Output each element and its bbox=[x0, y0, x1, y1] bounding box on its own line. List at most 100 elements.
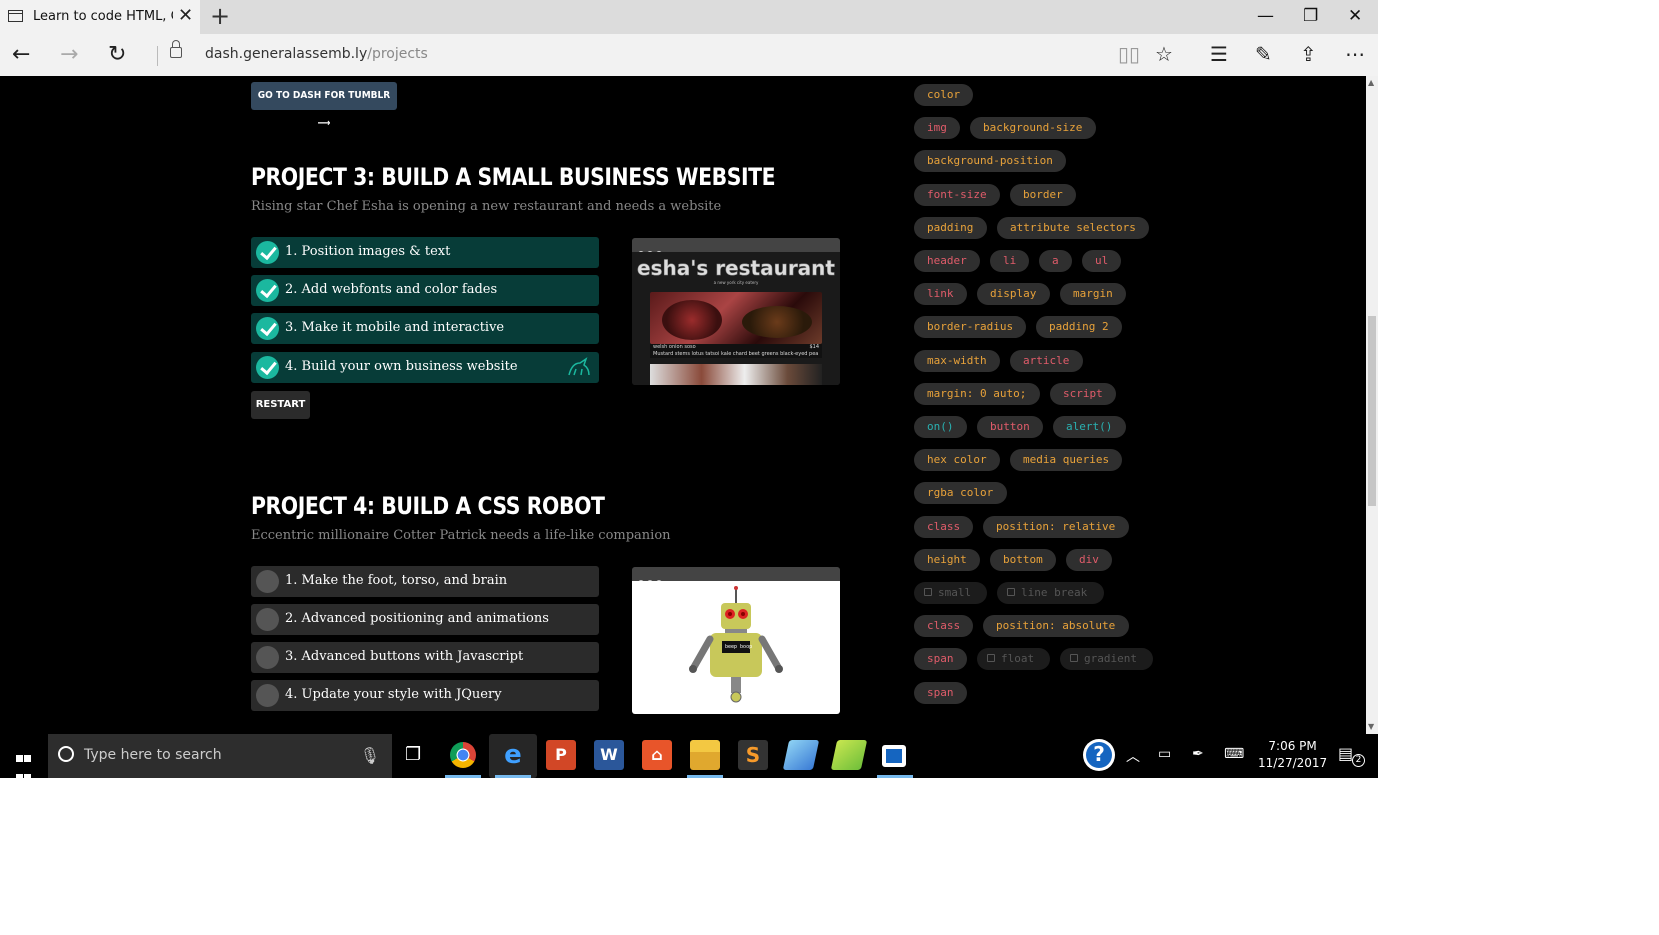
skill-tag[interactable]: header bbox=[914, 250, 980, 272]
lock-icon[interactable] bbox=[170, 40, 182, 58]
windows-start-icon[interactable] bbox=[16, 748, 32, 778]
hub-icon[interactable]: ☰ bbox=[1210, 42, 1228, 66]
skill-tag[interactable]: ul bbox=[1082, 250, 1121, 272]
skill-tag[interactable]: display bbox=[977, 283, 1050, 306]
restart-button[interactable]: RESTART bbox=[251, 391, 310, 419]
back-arrow-icon[interactable]: ← bbox=[12, 42, 30, 67]
close-window-icon[interactable]: ✕ bbox=[1348, 6, 1362, 26]
show-hidden-icons-icon[interactable]: ︿ bbox=[1126, 746, 1140, 766]
skill-tag[interactable]: li bbox=[990, 250, 1029, 272]
skill-tag[interactable]: div bbox=[1066, 548, 1112, 571]
skill-tag[interactable]: span bbox=[914, 681, 967, 704]
page-content: GO TO DASH FOR TUMBLR ⟶ PROJECT 3: BUILD… bbox=[0, 76, 1366, 734]
scrollbar-thumb[interactable] bbox=[1368, 316, 1376, 506]
minimize-icon[interactable]: — bbox=[1257, 6, 1274, 26]
powerpoint-icon[interactable]: P bbox=[546, 740, 576, 770]
skill-tag[interactable]: alert() bbox=[1053, 416, 1126, 438]
forward-arrow-icon[interactable]: → bbox=[60, 42, 78, 67]
skill-tag[interactable]: script bbox=[1050, 382, 1116, 405]
robot-icon: beep boop bbox=[689, 586, 783, 703]
keyboard-icon[interactable]: ⌨ bbox=[1224, 746, 1244, 762]
skill-tag[interactable]: margin bbox=[1060, 283, 1126, 306]
skill-tag[interactable]: float bbox=[977, 648, 1050, 671]
skill-tag[interactable]: rgba color bbox=[914, 482, 1007, 505]
skill-tag[interactable]: article bbox=[1010, 349, 1083, 372]
scroll-up-icon[interactable]: ▲ bbox=[1368, 78, 1374, 87]
browser-tab[interactable]: Learn to code HTML, CS ✕ bbox=[0, 0, 200, 34]
skill-tag[interactable]: position: relative bbox=[983, 515, 1129, 538]
skill-tag[interactable]: class bbox=[914, 615, 973, 638]
skill-tag[interactable]: media queries bbox=[1010, 449, 1122, 472]
skill-tag[interactable]: link bbox=[914, 283, 967, 306]
file-explorer-icon[interactable] bbox=[690, 740, 720, 770]
skill-tag[interactable]: hex color bbox=[914, 449, 1000, 472]
microphone-icon[interactable]: 🎙 bbox=[360, 746, 380, 765]
more-icon[interactable]: ⋯ bbox=[1345, 42, 1365, 66]
skill-tag[interactable]: border bbox=[1010, 183, 1076, 206]
skill-tag[interactable]: color bbox=[914, 84, 973, 106]
project3-step[interactable]: 2. Add webfonts and color fades bbox=[251, 275, 599, 306]
office-app-icon[interactable]: ⌂ bbox=[642, 740, 672, 770]
battery-icon[interactable]: ▭ bbox=[1158, 746, 1171, 762]
pen-icon[interactable]: ✒ bbox=[1192, 746, 1204, 762]
app-window-icon[interactable] bbox=[882, 745, 906, 767]
taskbar-clock[interactable]: 7:06 PM 11/27/2017 bbox=[1258, 738, 1327, 772]
web-note-icon[interactable]: ✎ bbox=[1255, 42, 1272, 66]
notification-count: 2 bbox=[1352, 754, 1365, 767]
chrome-icon[interactable] bbox=[450, 742, 476, 768]
word-icon[interactable]: W bbox=[594, 740, 624, 770]
skill-tag[interactable]: class bbox=[914, 515, 973, 538]
app-icon[interactable] bbox=[782, 740, 820, 770]
clock-date: 11/27/2017 bbox=[1258, 756, 1328, 770]
project4-step[interactable]: 4. Update your style with JQuery bbox=[251, 680, 599, 711]
share-icon[interactable]: ⇪ bbox=[1300, 42, 1317, 66]
skill-tag[interactable]: on() bbox=[914, 416, 967, 438]
tab-close-icon[interactable]: ✕ bbox=[178, 5, 193, 26]
skill-tag[interactable]: a bbox=[1039, 250, 1072, 272]
tumblr-button[interactable]: GO TO DASH FOR TUMBLR ⟶ bbox=[251, 82, 397, 129]
lock-icon bbox=[924, 588, 932, 596]
skill-tag[interactable]: border-radius bbox=[914, 316, 1026, 339]
skill-tag[interactable]: span bbox=[914, 648, 967, 671]
scroll-down-icon[interactable]: ▼ bbox=[1368, 722, 1374, 731]
skill-tag[interactable]: height bbox=[914, 548, 980, 571]
address-bar[interactable]: dash.generalassemb.ly/projects bbox=[205, 46, 428, 62]
skill-tag[interactable]: position: absolute bbox=[983, 615, 1129, 638]
task-view-icon[interactable]: ❐ bbox=[405, 744, 421, 765]
project3-step[interactable]: 3. Make it mobile and interactive bbox=[251, 313, 599, 344]
refresh-icon[interactable]: ↻ bbox=[108, 42, 126, 67]
project3-subtitle: Rising star Chef Esha is opening a new r… bbox=[251, 199, 722, 214]
skill-tag[interactable]: margin: 0 auto; bbox=[914, 382, 1040, 405]
skill-tag[interactable]: max-width bbox=[914, 349, 1000, 372]
skill-tag[interactable]: background-position bbox=[914, 150, 1066, 173]
project4-step[interactable]: 1. Make the foot, torso, and brain bbox=[251, 566, 599, 597]
restore-icon[interactable]: ❐ bbox=[1303, 6, 1318, 26]
project3-preview[interactable]: esha's restaurant a new york city eatery… bbox=[632, 238, 840, 385]
project4-preview[interactable]: beep boop bbox=[632, 567, 840, 714]
project3-step[interactable]: 1. Position images & text bbox=[251, 237, 599, 268]
skill-tag[interactable]: small bbox=[914, 582, 987, 604]
action-center-icon[interactable]: ▤ bbox=[1338, 744, 1353, 763]
skill-tag[interactable]: font-size bbox=[914, 183, 1000, 206]
step-label: 1. Make the foot, torso, and brain bbox=[285, 573, 508, 588]
skill-tag[interactable]: img bbox=[914, 117, 960, 140]
skill-tag[interactable]: padding bbox=[914, 216, 987, 239]
star-icon[interactable]: ☆ bbox=[1155, 42, 1173, 66]
skill-tag[interactable]: button bbox=[977, 416, 1043, 438]
skill-tag[interactable]: padding 2 bbox=[1036, 316, 1122, 339]
skill-tag[interactable]: line break bbox=[997, 582, 1104, 604]
project3-step[interactable]: 4. Build your own business website bbox=[251, 352, 599, 383]
skill-tag[interactable]: background-size bbox=[970, 117, 1096, 140]
skill-tag[interactable]: attribute selectors bbox=[997, 216, 1149, 239]
reading-view-icon[interactable]: ▯▯ bbox=[1118, 42, 1140, 66]
page-scrollbar[interactable]: ▲ ▼ bbox=[1366, 76, 1378, 734]
help-icon[interactable]: ? bbox=[1083, 739, 1115, 771]
taskbar-search[interactable]: Type here to search 🎙 bbox=[48, 734, 392, 778]
skill-tag[interactable]: bottom bbox=[990, 548, 1056, 571]
sticky-notes-icon[interactable] bbox=[830, 740, 868, 770]
new-tab-button[interactable]: + bbox=[210, 2, 230, 30]
skill-tag[interactable]: gradient bbox=[1060, 648, 1153, 671]
sublime-text-icon[interactable]: S bbox=[738, 740, 768, 770]
project4-step[interactable]: 3. Advanced buttons with Javascript bbox=[251, 642, 599, 673]
project4-step[interactable]: 2. Advanced positioning and animations bbox=[251, 604, 599, 635]
